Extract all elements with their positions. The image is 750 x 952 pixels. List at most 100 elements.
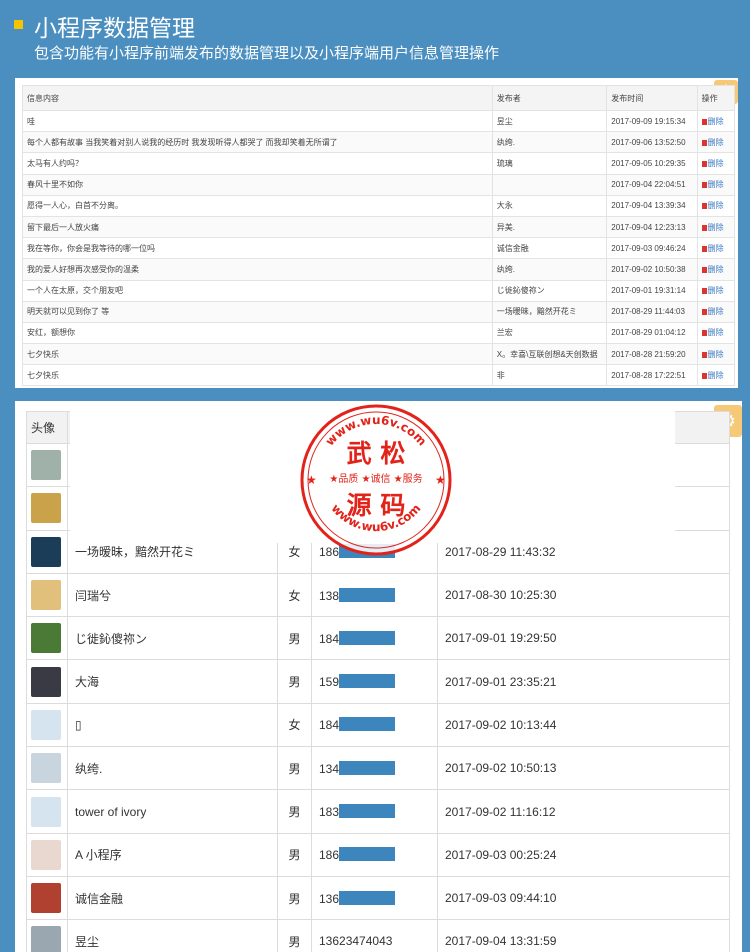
messages-table-body: 哇昱尘 2017-09-09 19:15:34 删除 每个人都有故事 当我笑着对别人说… <box>22 109 736 387</box>
message-time: 2017-09-09 19:15:34 <box>606 109 698 133</box>
avatar-cell <box>26 832 68 877</box>
delete-link[interactable]: 删除 <box>701 244 724 253</box>
table-row: 大海男 159 2017-09-01 23:35:21 <box>26 659 730 704</box>
messages-panel: ⚙ 信息内容 发布者 发布时间 操作 哇昱尘2017-09-09 19:15:3… <box>15 78 738 388</box>
user-phone: 159 <box>311 659 438 704</box>
trash-icon <box>701 224 707 231</box>
delete-link[interactable]: 删除 <box>701 286 724 295</box>
user-time: 2017-09-02 10:50:13 <box>437 746 730 791</box>
trash-icon <box>701 330 707 337</box>
avatar[interactable] <box>31 796 61 827</box>
message-author: 大永 <box>491 194 608 217</box>
user-gender: 男 <box>277 919 312 952</box>
delete-link[interactable]: 删除 <box>701 116 724 126</box>
avatar-cell <box>26 789 68 834</box>
table-row: 太马有人约吗？ 琉璃 2017-09-05 10:29:35 删除 <box>22 152 736 175</box>
table-row: 纨绔. 男 134 2017-09-02 10:50:13 <box>26 746 730 791</box>
delete-link[interactable]: 删除 <box>701 350 724 359</box>
message-author: じ徙鈊傻祢ン <box>491 279 608 302</box>
message-content: 七夕快乐 <box>22 364 493 387</box>
delete-link[interactable]: 删除 <box>701 371 724 380</box>
avatar[interactable] <box>31 666 61 697</box>
column-header-avatar: 头像 <box>26 411 68 444</box>
delete-cell: 删除 <box>696 343 736 366</box>
avatar-cell <box>26 702 68 748</box>
message-time: 2017-09-04 22:04:51 <box>606 173 698 196</box>
column-header-content: 信息内容 <box>22 85 493 111</box>
user-phone: 184 <box>311 702 438 748</box>
message-author: 昱尘 <box>491 109 608 133</box>
avatar[interactable] <box>31 753 61 784</box>
avatar-cell <box>26 616 68 661</box>
delete-cell: 删除 <box>696 321 736 345</box>
trash-icon <box>701 288 707 295</box>
message-time: 2017-09-01 19:31:14 <box>606 279 698 302</box>
user-phone-prefix: 13623474043 <box>319 934 393 949</box>
user-name: 闫瑞兮 <box>67 572 278 618</box>
user-name: 大海 <box>67 659 278 704</box>
delete-link[interactable]: 删除 <box>701 328 724 337</box>
table-row: 诚信金融男 136 2017-09-03 09:44:10 <box>26 875 730 921</box>
table-row: 愿得一人心，白首不分离。 大永 2017-09-04 13:39:34 删除 <box>22 194 736 217</box>
avatar[interactable] <box>31 883 61 914</box>
delete-link[interactable]: 删除 <box>701 222 724 232</box>
trash-icon <box>701 245 707 252</box>
user-phone-prefix: 184 <box>319 718 340 733</box>
message-time: 2017-08-28 17:22:51 <box>606 364 698 387</box>
message-time: 2017-09-03 09:46:24 <box>606 237 698 260</box>
message-time: 2017-08-29 11:44:03 <box>606 300 698 323</box>
delete-link[interactable]: 删除 <box>701 180 724 190</box>
avatar[interactable] <box>31 450 61 481</box>
delete-link[interactable]: 删除 <box>701 138 724 147</box>
delete-label: 删除 <box>707 158 724 168</box>
message-author: X。幸喜\互联创想&天创数据 <box>491 343 608 366</box>
user-gender: 男 <box>277 616 312 661</box>
table-row: 明天就可以见到你了 等一场暧昧，黯然开花ミ 2017-08-29 11:44:03… <box>22 300 736 323</box>
avatar[interactable] <box>31 493 61 524</box>
avatar[interactable] <box>31 536 61 567</box>
delete-label: 删除 <box>707 116 724 126</box>
user-time: 2017-08-30 10:25:30 <box>437 572 730 618</box>
delete-link[interactable]: 删除 <box>701 201 724 210</box>
user-phone: 136 <box>311 875 438 921</box>
message-time: 2017-09-06 13:52:50 <box>606 131 698 154</box>
trash-icon <box>701 372 707 379</box>
user-phone-prefix: 183 <box>319 805 340 820</box>
table-row: ▯ 女 184 2017-09-02 10:13:44 <box>26 702 730 748</box>
avatar[interactable] <box>31 839 61 870</box>
avatar[interactable] <box>31 623 61 654</box>
message-content: 我在等你，你会是我等待的哪一位吗 <box>22 237 493 260</box>
user-gender: 男 <box>277 832 312 877</box>
table-row: 春风十里不如你 2017-09-04 22:04:51 删除 <box>22 173 736 196</box>
user-name: じ徙鈊傻祢ン <box>67 616 278 661</box>
message-author <box>491 173 608 196</box>
user-gender: 男 <box>277 875 312 921</box>
user-phone: 184 <box>311 616 438 661</box>
star-icon: ★ <box>306 473 317 487</box>
avatar[interactable] <box>31 709 61 740</box>
avatar[interactable] <box>31 926 61 952</box>
delete-cell: 删除 <box>696 237 736 260</box>
delete-label: 删除 <box>707 180 724 190</box>
user-gender: 女 <box>277 702 312 748</box>
user-phone-prefix: 138 <box>319 588 340 603</box>
message-content: 七夕快乐 <box>22 343 493 366</box>
avatar[interactable] <box>31 580 61 611</box>
delete-link[interactable]: 删除 <box>701 158 724 168</box>
delete-label: 删除 <box>707 307 724 317</box>
delete-link[interactable]: 删除 <box>701 265 724 274</box>
trash-icon <box>701 203 707 210</box>
user-time: 2017-09-02 10:13:44 <box>437 702 730 748</box>
message-time: 2017-09-02 10:50:38 <box>606 258 698 281</box>
delete-label: 删除 <box>707 222 724 232</box>
delete-link[interactable]: 删除 <box>701 307 724 317</box>
phone-redaction <box>339 587 396 602</box>
message-content: 每个人都有故事 当我笑着对别人说我的经历时 我发现听得人都哭了 而我却笑着无所谓… <box>22 131 493 154</box>
user-time: 2017-09-01 23:35:21 <box>437 659 730 704</box>
phone-redaction <box>339 760 396 775</box>
message-author: 一场暧昧，黯然开花ミ <box>491 300 608 323</box>
delete-cell: 删除 <box>696 131 736 154</box>
table-row: 闫瑞兮女 138 2017-08-30 10:25:30 <box>26 572 730 618</box>
phone-redaction <box>339 804 396 819</box>
message-time: 2017-09-04 12:23:13 <box>606 215 698 239</box>
